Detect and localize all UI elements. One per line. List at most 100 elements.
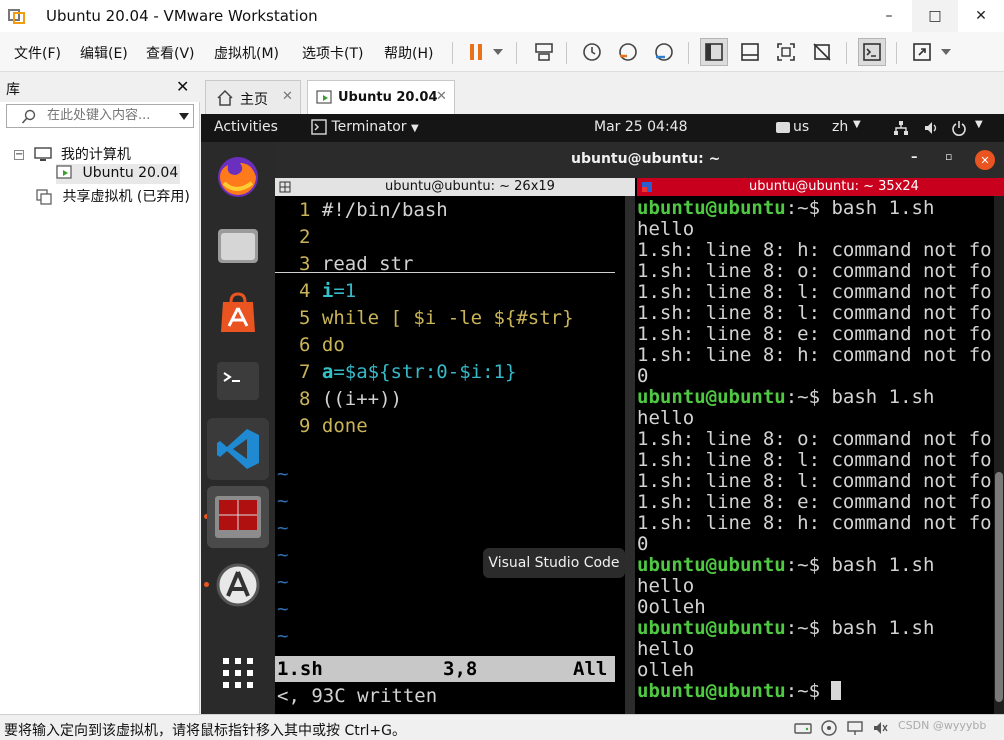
running-vm-icon xyxy=(56,165,72,179)
vim-line: 8 ((i++)) xyxy=(299,389,402,410)
maximize-button[interactable]: □ xyxy=(912,0,958,32)
app-menu[interactable]: Terminator ▼ xyxy=(311,119,419,135)
line-number: 6 xyxy=(299,334,311,356)
close-button[interactable]: ✕ xyxy=(975,150,995,170)
minimize-button[interactable]: – xyxy=(911,150,918,165)
scrollbar-thumb[interactable] xyxy=(995,472,1003,702)
menu-help[interactable]: 帮助(H) xyxy=(384,43,433,63)
vm-console[interactable]: Activities Terminator ▼ Mar 25 04:48 us … xyxy=(201,114,1004,714)
library-header: 库 ✕ xyxy=(0,74,200,102)
menu-file[interactable]: 文件(F) xyxy=(14,43,61,63)
maximize-button[interactable]: ▫ xyxy=(945,150,952,163)
terminator-window[interactable]: ubuntu@ubuntu: ~ – ▫ ✕ ubuntu@ubuntu: ~ … xyxy=(275,142,1004,714)
clock[interactable]: Mar 25 04:48 xyxy=(594,119,687,135)
chevron-down-icon[interactable] xyxy=(179,113,189,120)
prompt-path: :~$ xyxy=(785,197,832,219)
toolbar-separator xyxy=(516,42,517,64)
thumbnail-bar-icon[interactable] xyxy=(736,38,764,66)
stretch-guest-icon[interactable] xyxy=(908,38,936,66)
terminal-app-icon[interactable] xyxy=(207,350,269,412)
line-number: 5 xyxy=(299,307,311,329)
terminator-title-bar: ubuntu@ubuntu: ~ – ▫ ✕ xyxy=(275,142,1004,178)
tab-home[interactable]: 主页 ✕ xyxy=(205,80,301,114)
network-adapter-icon[interactable] xyxy=(846,719,864,737)
tree-label: 我的计算机 xyxy=(60,147,131,163)
library-search[interactable] xyxy=(6,104,194,128)
code-variable: a xyxy=(321,361,334,383)
output-text: hello xyxy=(637,218,695,240)
snapshot-manager-icon[interactable] xyxy=(650,38,678,66)
menu-view[interactable]: 查看(V) xyxy=(146,43,195,63)
tab-ubuntu[interactable]: Ubuntu 20.04 ✕ xyxy=(307,80,455,114)
prompt-line: ubuntu@ubuntu:~$ xyxy=(637,681,842,702)
output-line: 1.sh: line 8: o: command not found xyxy=(637,429,992,450)
send-keys-icon[interactable] xyxy=(530,38,558,66)
left-pane-title-bar: ubuntu@ubuntu: ~ 26x19 xyxy=(275,178,635,196)
library-close-icon[interactable]: ✕ xyxy=(176,77,189,96)
computer-icon xyxy=(34,147,53,161)
tab-close-icon[interactable]: ✕ xyxy=(436,89,447,104)
vscode-icon[interactable] xyxy=(207,418,269,480)
chevron-down-icon[interactable] xyxy=(936,38,956,66)
minimize-button[interactable]: – xyxy=(866,0,912,32)
show-applications-icon[interactable] xyxy=(207,642,269,704)
empty-line-tilde: ~ xyxy=(277,544,289,566)
output-text: 1.sh: line 8: e: command not found xyxy=(637,323,992,345)
group-icon[interactable] xyxy=(641,181,653,193)
close-button[interactable]: ✕ xyxy=(958,0,1004,32)
revert-snapshot-icon[interactable] xyxy=(614,38,642,66)
scrollbar[interactable] xyxy=(625,196,635,714)
software-center-icon[interactable] xyxy=(207,282,269,344)
unity-mode-icon[interactable] xyxy=(808,38,836,66)
terminal-output[interactable]: ubuntu@ubuntu:~$ bash 1.sh hello 1.sh: lin… xyxy=(637,196,992,714)
dock-tooltip: Visual Studio Code xyxy=(483,548,625,578)
library-search-input[interactable] xyxy=(47,108,167,123)
terminal-cursor xyxy=(831,681,842,700)
snapshot-icon[interactable] xyxy=(578,38,606,66)
show-library-icon[interactable] xyxy=(700,38,728,66)
files-icon[interactable] xyxy=(207,214,269,276)
status-bar: 要将输入定向到该虚拟机，请将鼠标指针移入其中或按 Ctrl+G。 CSDN @w… xyxy=(0,714,1004,740)
menu-edit[interactable]: 编辑(E) xyxy=(80,43,128,63)
terminator-icon[interactable] xyxy=(207,486,269,548)
group-icon[interactable] xyxy=(279,181,291,193)
tree-item-shared[interactable]: 共享虚拟机 (已弃用) xyxy=(36,186,190,206)
pause-icon[interactable] xyxy=(462,38,490,66)
output-text: 1.sh: line 8: o: command not found xyxy=(637,260,992,282)
status-filename: 1.sh xyxy=(277,658,323,680)
toolbar-separator xyxy=(688,42,689,64)
console-view-icon[interactable] xyxy=(858,38,886,66)
prompt-line: ubuntu@ubuntu:~$ bash 1.sh xyxy=(637,555,934,576)
keyboard-layout[interactable]: us xyxy=(793,119,809,135)
line-number: 2 xyxy=(299,226,311,248)
tree-item-my-computer[interactable]: − 我的计算机 xyxy=(14,144,131,164)
code-variable: i xyxy=(321,280,334,302)
title-bar: Ubuntu 20.04 - VMware Workstation – □ ✕ xyxy=(0,0,1004,32)
output-text: hello xyxy=(637,575,695,597)
activities-button[interactable]: Activities xyxy=(214,119,278,135)
tree-label: 共享虚拟机 (已弃用) xyxy=(62,189,190,205)
app-name: Terminator xyxy=(331,119,407,135)
vmware-logo-icon xyxy=(8,7,26,25)
volume-icon[interactable] xyxy=(923,120,939,136)
menu-vm[interactable]: 虚拟机(M) xyxy=(214,43,279,63)
hard-disk-icon[interactable] xyxy=(794,719,812,737)
menu-tabs[interactable]: 选项卡(T) xyxy=(302,43,363,63)
code-text: =$a${str:0-$i:1} xyxy=(333,361,517,383)
output-line: 1.sh: line 8: o: command not found xyxy=(637,261,992,282)
software-updater-icon[interactable] xyxy=(207,554,269,616)
vim-editor[interactable]: 1 #!/bin/bash 2 3 read str 4 i=1 5 while [ … xyxy=(275,196,627,714)
cd-rom-icon[interactable] xyxy=(820,719,838,737)
input-method[interactable]: zh xyxy=(832,119,848,135)
output-line: olleh xyxy=(637,660,694,681)
sound-icon[interactable] xyxy=(872,719,890,737)
firefox-icon[interactable] xyxy=(207,146,269,208)
full-screen-icon[interactable] xyxy=(772,38,800,66)
power-icon[interactable] xyxy=(951,120,967,136)
collapse-icon[interactable]: − xyxy=(14,150,24,160)
chevron-down-icon[interactable] xyxy=(488,38,508,66)
tab-close-icon[interactable]: ✕ xyxy=(282,89,293,104)
empty-line-tilde: ~ xyxy=(277,625,289,647)
tree-item-ubuntu[interactable]: Ubuntu 20.04 xyxy=(56,164,180,184)
network-icon[interactable] xyxy=(893,120,909,136)
